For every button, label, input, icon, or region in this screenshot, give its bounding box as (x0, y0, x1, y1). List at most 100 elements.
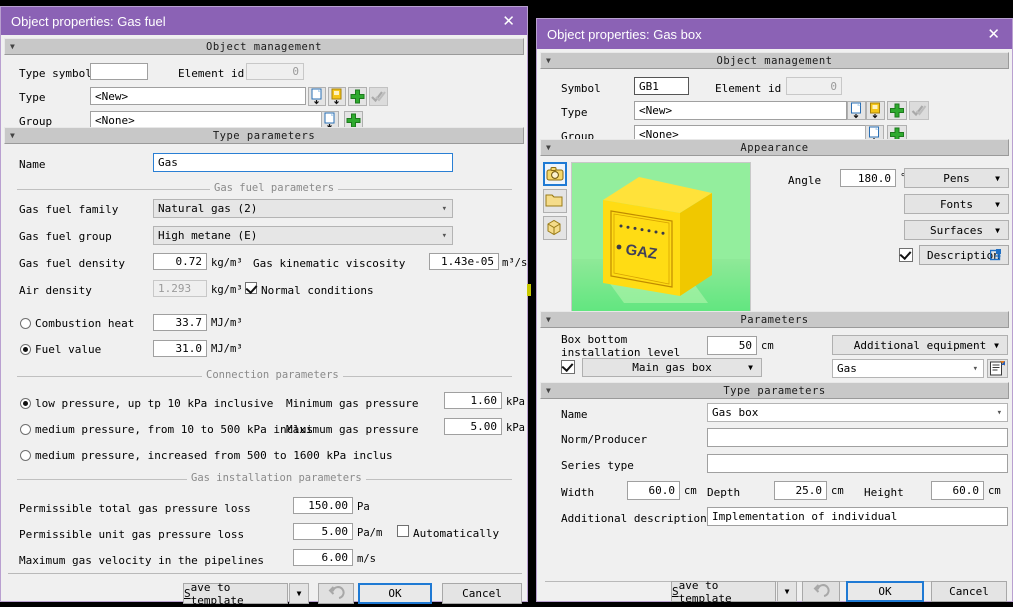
element-id-value: 0 (246, 63, 304, 80)
section-caption: Type parameters (212, 129, 316, 142)
max-gas-pressure-input[interactable]: 5.00 (444, 418, 502, 435)
folder-icon[interactable] (543, 189, 567, 213)
total-loss-unit: Pa (357, 501, 370, 513)
gas-box-preview[interactable]: GAZ (571, 162, 751, 312)
gas-fuel-family-select[interactable]: Natural gas (2) ▾ (153, 199, 453, 218)
pressure-option-1-radio[interactable] (20, 424, 31, 435)
width-label: Width (561, 486, 595, 499)
automatically-checkbox[interactable] (397, 525, 409, 537)
combustion-heat-input[interactable]: 33.7 (153, 314, 207, 331)
min-gas-pressure-input[interactable]: 1.60 (444, 392, 502, 409)
fonts-button[interactable]: Fonts ▼ (904, 194, 1009, 214)
symbol-input[interactable]: GB1 (634, 77, 689, 95)
ok-button[interactable]: OK (846, 581, 924, 602)
camera-icon[interactable] (543, 162, 567, 186)
type-input[interactable]: <New> (90, 87, 306, 105)
depth-input[interactable]: 25.0 (774, 481, 827, 500)
type-browse-icon[interactable] (308, 87, 326, 106)
type-add-icon[interactable] (348, 87, 367, 106)
air-density-value: 1.293 (153, 280, 207, 297)
left-dialog-title: Object properties: Gas fuel (11, 13, 166, 29)
fuel-value-unit: MJ/m³ (211, 343, 243, 355)
close-icon[interactable]: ✕ (983, 27, 1004, 42)
automatically-label: Automatically (413, 527, 500, 540)
cube-icon[interactable] (543, 216, 567, 240)
save-to-template-button[interactable]: Save to template (183, 581, 288, 607)
max-velocity-input[interactable]: 6.00 (293, 549, 353, 566)
type-symbol-input[interactable] (90, 63, 148, 80)
box-bottom-level-input[interactable]: 50 (707, 336, 757, 355)
type-input[interactable]: <New> (634, 101, 847, 120)
ok-button[interactable]: OK (358, 583, 432, 604)
surfaces-button[interactable]: Surfaces ▼ (904, 220, 1009, 240)
pens-button[interactable]: Pens ▼ (904, 168, 1009, 188)
air-density-label: Air density (19, 284, 92, 297)
angle-input[interactable]: 180.0 (840, 169, 896, 187)
gas-fuel-group-select[interactable]: High metane (E) ▾ (153, 226, 453, 245)
close-icon[interactable]: ✕ (498, 14, 519, 29)
type-library-icon[interactable] (866, 101, 885, 120)
gas-kinematic-viscosity-label: Gas kinematic viscosity (253, 257, 406, 270)
gas-fuel-parameters-caption: Gas fuel parameters (210, 182, 339, 194)
section-parameters[interactable]: ▼ Parameters (540, 311, 1009, 328)
main-gas-box-checkbox[interactable] (561, 360, 575, 374)
series-type-input[interactable] (707, 454, 1008, 473)
type-library-icon[interactable] (328, 87, 346, 106)
cancel-button[interactable]: Cancel (442, 583, 522, 604)
gas-kinematic-viscosity-input[interactable]: 1.43e-05 (429, 253, 499, 270)
type-label: Type (19, 91, 46, 104)
fuel-value-input[interactable]: 31.0 (153, 340, 207, 357)
normal-conditions-checkbox[interactable] (245, 282, 257, 294)
main-gas-box-button[interactable]: Main gas box ▼ (582, 358, 762, 377)
right-dialog-titlebar[interactable]: Object properties: Gas box ✕ (537, 19, 1012, 49)
section-type-parameters[interactable]: ▼ Type parameters (540, 382, 1009, 399)
max-gas-pressure-unit: kPa (506, 422, 525, 434)
min-gas-pressure-unit: kPa (506, 396, 525, 408)
gas-fuel-density-input[interactable]: 0.72 (153, 253, 207, 270)
fuel-value-radio[interactable] (20, 344, 31, 355)
properties-icon[interactable] (987, 359, 1008, 378)
unit-loss-unit: Pa/m (357, 527, 383, 539)
section-object-management[interactable]: ▼ Object management (540, 52, 1009, 69)
total-loss-input[interactable]: 150.00 (293, 497, 353, 514)
chevron-down-icon: ▼ (10, 41, 15, 51)
fonts-label: Fonts (939, 197, 974, 211)
left-dialog-titlebar[interactable]: Object properties: Gas fuel ✕ (1, 7, 527, 35)
norm-producer-input[interactable] (707, 428, 1008, 447)
additional-description-input[interactable]: Implementation of individual (707, 507, 1008, 526)
save-to-template-button[interactable]: Save to template (671, 579, 776, 605)
additional-equipment-button[interactable]: Additional equipment ▼ (832, 335, 1008, 355)
gas-select[interactable]: Gas ▾ (832, 359, 984, 378)
surfaces-label: Surfaces (930, 223, 983, 237)
section-caption: Type parameters (723, 384, 826, 397)
cancel-button[interactable]: Cancel (931, 581, 1007, 602)
type-browse-icon[interactable] (847, 101, 866, 120)
name-input[interactable]: Gas (153, 153, 453, 172)
save-to-template-dropdown[interactable]: ▼ (289, 583, 309, 604)
description-checkbox[interactable] (899, 248, 913, 262)
section-appearance[interactable]: ▼ Appearance (540, 139, 1009, 156)
type-add-icon[interactable] (887, 101, 907, 120)
width-input[interactable]: 60.0 (627, 481, 680, 500)
max-velocity-unit: m/s (357, 553, 376, 565)
name-select[interactable]: Gas box ▾ (707, 403, 1008, 422)
pressure-option-0-radio[interactable] (20, 398, 31, 409)
gas-fuel-density-label: Gas fuel density (19, 257, 125, 270)
symbol-label: Symbol (561, 82, 601, 95)
height-input[interactable]: 60.0 (931, 481, 984, 500)
description-button[interactable]: Description (919, 245, 1009, 265)
chevron-down-icon: ▼ (748, 363, 753, 372)
type-apply-icon (909, 101, 929, 120)
unit-loss-input[interactable]: 5.00 (293, 523, 353, 540)
height-unit: cm (988, 485, 1001, 497)
chevron-down-icon: ▼ (546, 385, 551, 395)
save-to-template-dropdown[interactable]: ▼ (777, 581, 797, 602)
pressure-option-2-radio[interactable] (20, 450, 31, 461)
parameters-body: Box bottom installation level 50 cm Main… (537, 328, 1012, 382)
undo-button (802, 581, 840, 602)
depth-unit: cm (831, 485, 844, 497)
combustion-heat-radio[interactable] (20, 318, 31, 329)
section-type-parameters[interactable]: ▼ Type parameters (4, 127, 524, 144)
gas-fuel-family-label: Gas fuel family (19, 203, 119, 216)
section-object-management[interactable]: ▼ Object management (4, 38, 524, 55)
